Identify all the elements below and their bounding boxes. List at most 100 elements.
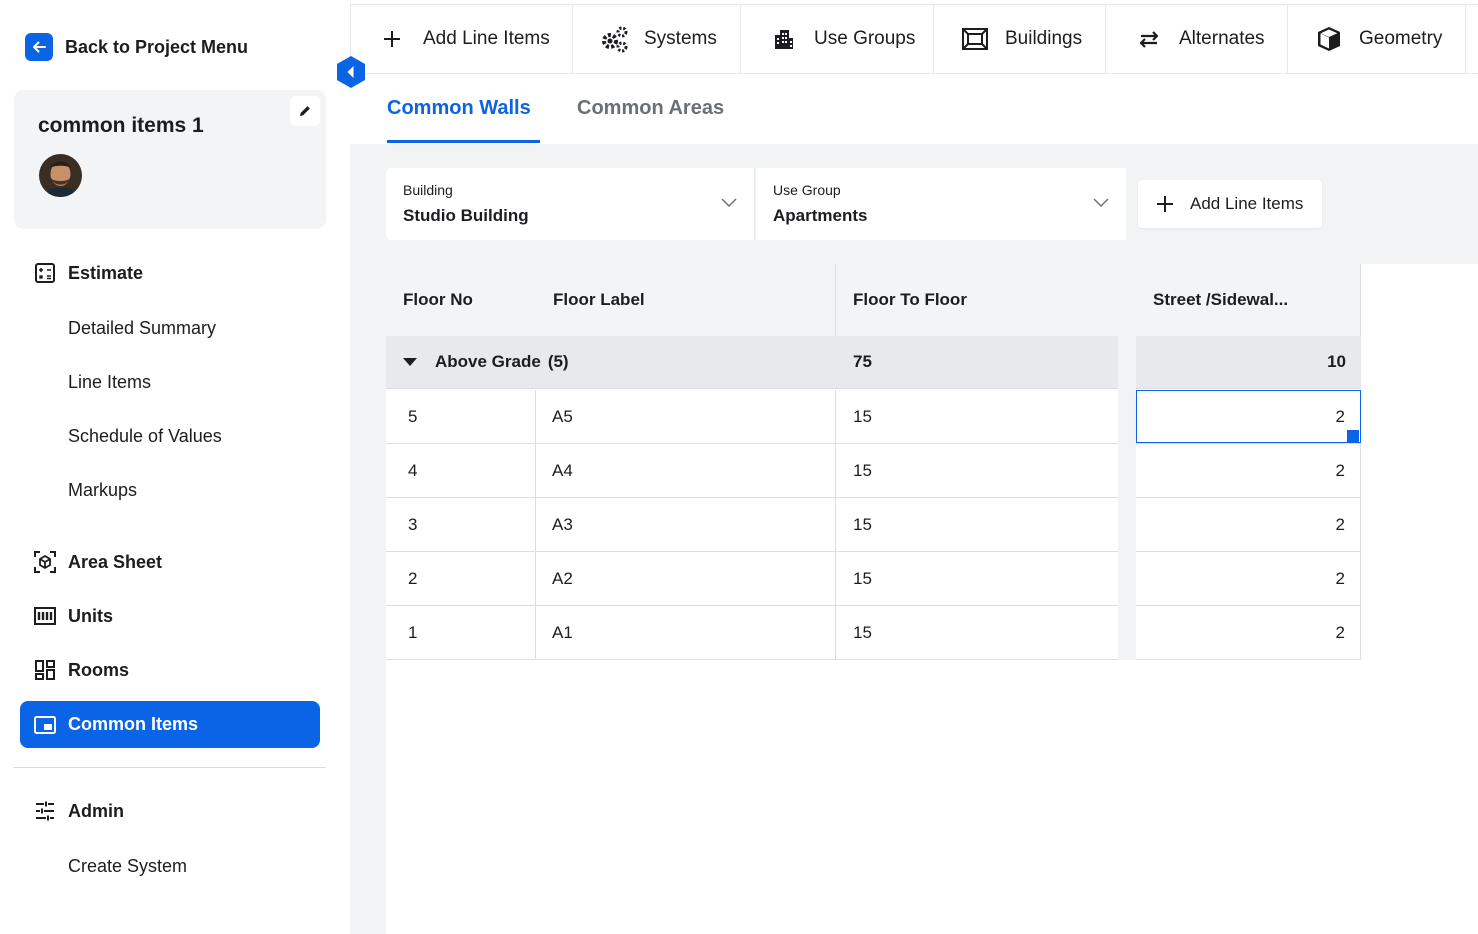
cell-street-sidewalk[interactable]: 2 [1136,444,1361,498]
plus-icon [1157,196,1173,212]
toolbar-buildings-label: Buildings [1005,28,1083,49]
header-floor-to-floor[interactable]: Floor To Floor [853,290,967,310]
cell-floor-no[interactable]: 3 [386,498,536,552]
nav-markups[interactable]: Markups [68,480,137,501]
toolbar-add-line-items-button[interactable]: Add Line Items [351,5,573,73]
header-street-sidewalk-cell: Street /Sidewal... [1136,264,1361,336]
building-select[interactable]: Building Studio Building [386,168,755,240]
caret-down-icon[interactable] [403,357,417,367]
project-title: common items 1 [38,114,204,137]
chevron-down-icon [721,198,737,208]
nav-schedule-of-values[interactable]: Schedule of Values [68,426,222,447]
nav-admin[interactable]: Admin [33,797,124,825]
toolbar-use-groups-label: Use Groups [814,28,916,49]
cell-floor-label[interactable]: A4 [536,444,835,498]
nav-rooms-label: Rooms [68,659,130,680]
toolbar-buildings-button[interactable]: Buildings [934,5,1106,73]
nav-area-sheet-label: Area Sheet [68,551,163,572]
back-to-project-button[interactable]: Back to Project Menu [25,33,248,61]
box-3d-icon [1314,24,1344,54]
collapse-sidebar-button[interactable] [334,55,368,89]
nav-area-sheet[interactable]: Area Sheet [33,548,162,576]
toolbar-geometry-label: Geometry [1359,28,1443,49]
group-row-above-grade[interactable]: Above Grade (5) [386,336,835,389]
edit-project-button[interactable] [290,96,320,126]
group-label: Above Grade [435,352,541,371]
tab-common-areas[interactable]: Common Areas [577,97,724,120]
building-icon [769,24,799,54]
header-floor-to-floor-cell: Floor To Floor [835,264,1118,336]
plus-icon [381,24,403,54]
toolbar-geometry-button[interactable]: Geometry [1288,5,1466,73]
fill-handle[interactable] [1347,430,1359,442]
cell-floor-no[interactable]: 2 [386,552,536,606]
nav-admin-label: Admin [68,800,124,821]
header-floor-label-cell: Floor Label [536,264,835,336]
nav-common-items-label: Common Items [68,714,199,734]
cell-street-sidewalk[interactable]: 2 [1136,552,1361,606]
sliders-icon [33,799,57,823]
cell-floor-label[interactable]: A1 [536,606,835,660]
group-floor-to-floor-value: 75 [853,352,872,371]
top-toolbar: Add Line Items Systems Use Groups Buildi… [350,4,1478,74]
use-group-select-value: Apartments [773,206,868,225]
group-street-sidewalk-total: 10 [1136,336,1361,389]
nav-estimate-label: Estimate [68,262,144,283]
calculator-icon [33,261,57,285]
toolbar-add-line-items-label: Add Line Items [423,28,550,49]
nav-rooms[interactable]: Rooms [33,656,129,684]
active-tab-indicator [387,140,540,143]
cell-floor-to-floor[interactable]: 15 [835,498,1118,552]
add-line-items-label: Add Line Items [1190,194,1304,213]
back-to-project-label: Back to Project Menu [65,36,249,57]
header-floor-no[interactable]: Floor No [403,290,473,310]
filter-bar: Building Studio Building Use Group Apart… [386,168,1478,264]
rooms-grid-icon [33,658,57,682]
arrow-left-icon [25,33,53,61]
group-floor-to-floor-total: 75 [835,336,1118,389]
toolbar-use-groups-button[interactable]: Use Groups [741,5,934,73]
building-select-value: Studio Building [403,206,529,225]
nav-line-items[interactable]: Line Items [68,372,151,393]
cell-floor-to-floor[interactable]: 15 [835,552,1118,606]
cube-scan-icon [33,550,57,574]
add-line-items-button[interactable]: Add Line Items [1138,180,1322,228]
cell-floor-no[interactable]: 1 [386,606,536,660]
sidebar: Back to Project Menu common items 1 Esti… [0,0,350,934]
common-items-icon [33,713,57,737]
nav-estimate[interactable]: Estimate [33,259,143,287]
toolbar-alternates-label: Alternates [1179,28,1265,49]
header-floor-label[interactable]: Floor Label [553,290,645,310]
chevron-left-icon [337,56,365,88]
group-street-sidewalk-value: 10 [1327,352,1346,371]
nav-units-label: Units [68,605,113,626]
cell-street-sidewalk[interactable]: 2 [1136,498,1361,552]
nav-detailed-summary[interactable]: Detailed Summary [68,318,216,339]
nav-create-system[interactable]: Create System [68,856,187,877]
use-group-select[interactable]: Use Group Apartments [756,168,1126,240]
tab-common-walls[interactable]: Common Walls [387,97,531,120]
cell-floor-no[interactable]: 4 [386,444,536,498]
cell-floor-label[interactable]: A3 [536,498,835,552]
toolbar-alternates-button[interactable]: Alternates [1106,5,1288,73]
avatar[interactable] [39,154,82,197]
pencil-icon [300,106,310,116]
cell-floor-to-floor[interactable]: 15 [835,606,1118,660]
nav-common-items[interactable]: Common Items [20,701,320,748]
units-icon [33,604,57,628]
frame-icon [960,24,990,54]
cell-floor-label[interactable]: A2 [536,552,835,606]
toolbar-systems-label: Systems [644,28,717,49]
selected-cell-outline [1136,390,1361,443]
cell-floor-to-floor[interactable]: 15 [835,444,1118,498]
gears-icon [599,24,629,54]
swap-arrows-icon [1134,24,1164,54]
cell-floor-to-floor[interactable]: 15 [835,390,1118,444]
toolbar-systems-button[interactable]: Systems [573,5,741,73]
cell-street-sidewalk[interactable]: 2 [1136,606,1361,660]
nav-units[interactable]: Units [33,602,113,630]
cell-floor-no[interactable]: 5 [386,390,536,444]
project-card: common items 1 [14,90,326,229]
cell-floor-label[interactable]: A5 [536,390,835,444]
header-street-sidewalk[interactable]: Street /Sidewal... [1153,290,1288,310]
